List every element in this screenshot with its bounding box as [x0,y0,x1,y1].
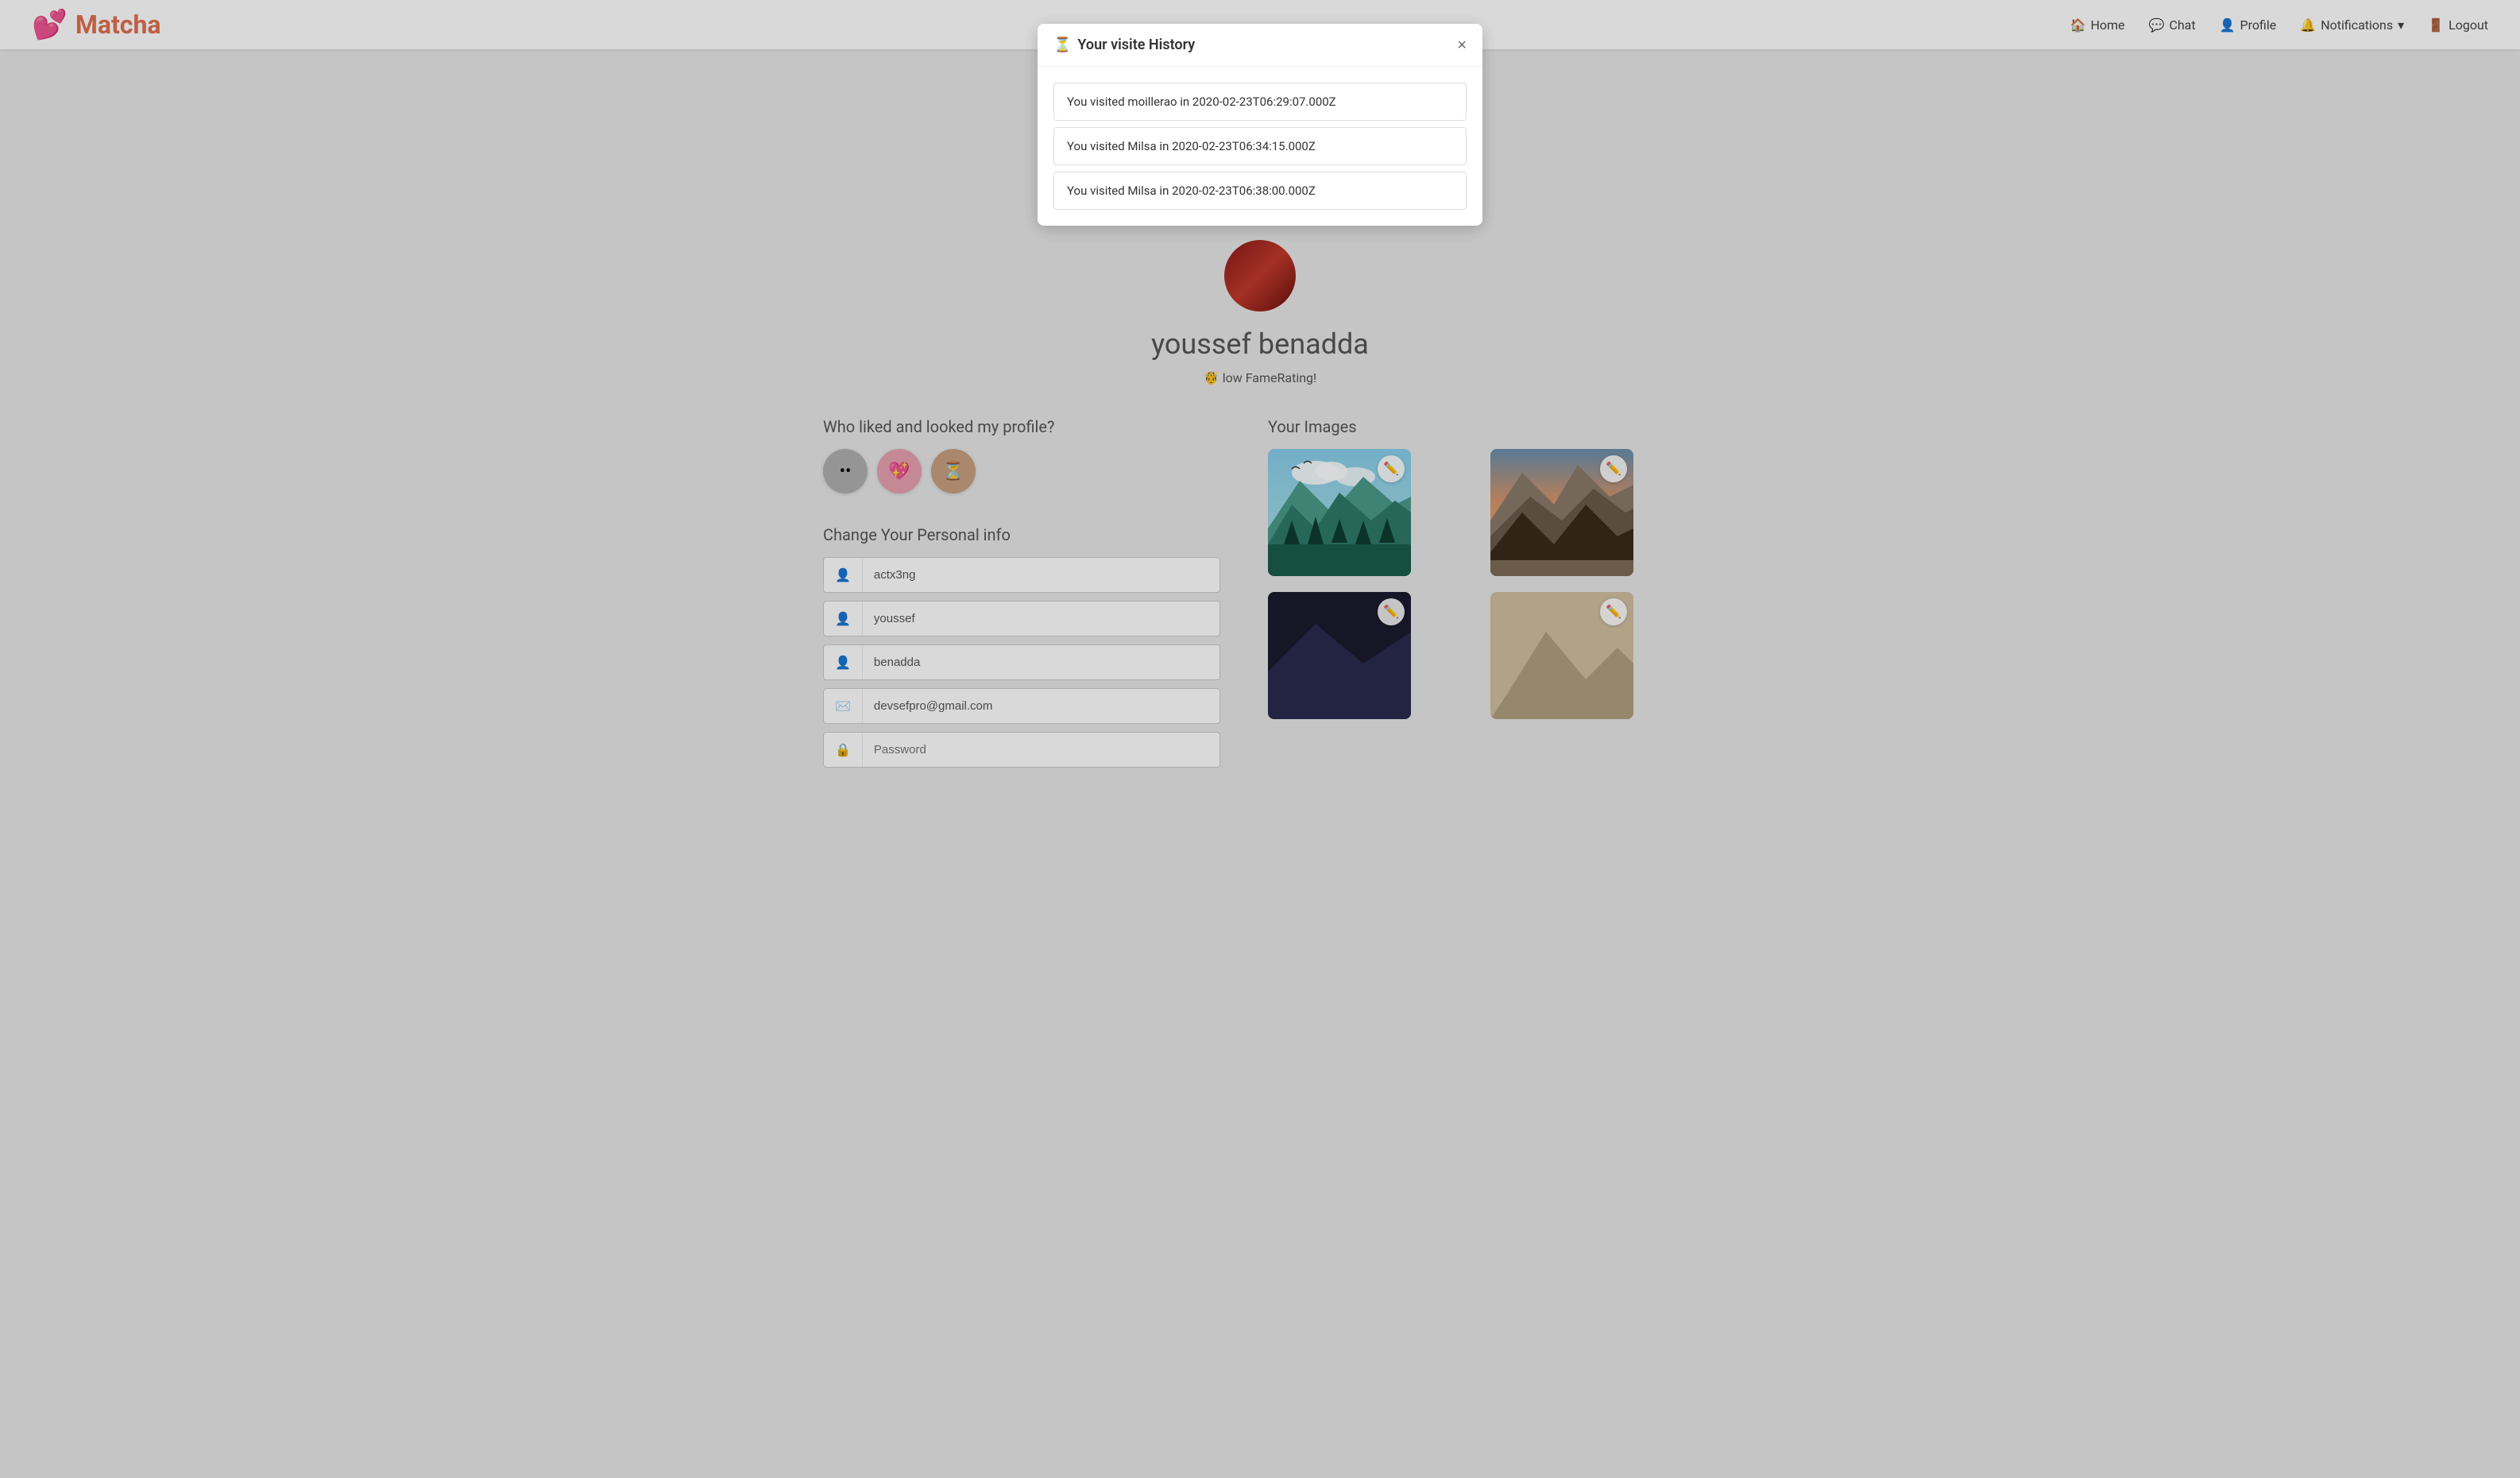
history-item: You visited Milsa in 2020-02-23T06:38:00… [1053,172,1467,210]
modal-title: ⏳ Your visite History [1053,37,1195,53]
modal-title-icon: ⏳ [1053,37,1071,53]
modal-title-text: Your visite History [1077,37,1195,53]
history-item: You visited moillerao in 2020-02-23T06:2… [1053,83,1467,121]
modal-overlay[interactable]: ⏳ Your visite History × You visited moil… [0,0,2520,1478]
modal-close-button[interactable]: × [1457,37,1467,53]
history-item: You visited Milsa in 2020-02-23T06:34:15… [1053,127,1467,165]
visit-history-modal: ⏳ Your visite History × You visited moil… [1038,24,1482,226]
modal-header: ⏳ Your visite History × [1038,24,1482,67]
modal-body: You visited moillerao in 2020-02-23T06:2… [1038,67,1482,226]
